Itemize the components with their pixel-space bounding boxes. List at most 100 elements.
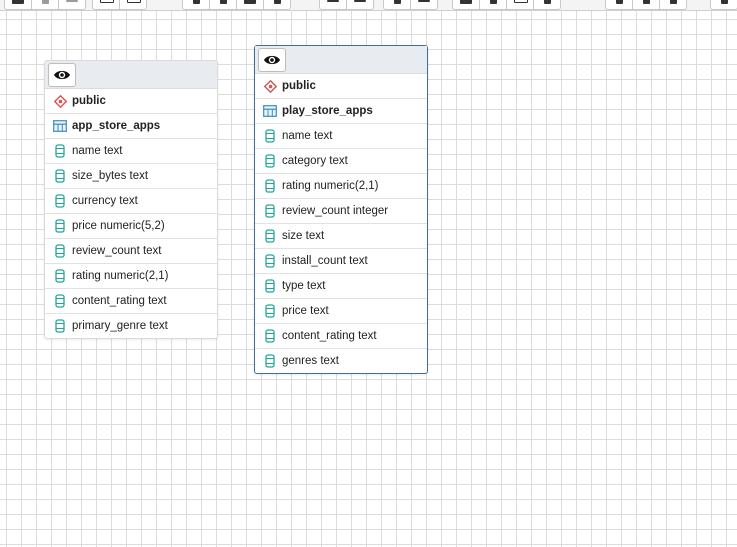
export-sql-button[interactable] <box>120 0 146 9</box>
table-header <box>255 46 427 74</box>
column-row: review_count text <box>45 239 217 264</box>
notes-button[interactable] <box>411 0 437 9</box>
column-row: review_count integer <box>255 199 427 224</box>
erd-table-app-store-apps[interactable]: public app_store_apps name text size_byte… <box>44 60 218 339</box>
column-row: content_rating text <box>45 289 217 314</box>
toggle-details-button[interactable] <box>48 63 76 87</box>
column-row: size text <box>255 224 427 249</box>
table-name-row: play_store_apps <box>255 99 427 124</box>
zoom-in-button[interactable] <box>606 0 633 9</box>
fill-color-button[interactable] <box>453 0 480 9</box>
pencil-icon <box>220 0 227 4</box>
one-to-many-icon <box>327 0 339 2</box>
column-label: category text <box>282 155 348 167</box>
column-label: price text <box>282 305 329 317</box>
zoom-fit-button[interactable] <box>633 0 660 9</box>
clone-icon <box>244 0 256 4</box>
toolbar-file-group <box>4 0 86 10</box>
save-button[interactable] <box>32 0 59 9</box>
column-label: review_count integer <box>282 205 389 217</box>
column-label: genres text <box>282 355 339 367</box>
column-cylinder-icon <box>53 169 67 183</box>
add-table-button[interactable] <box>183 0 210 9</box>
column-cylinder-icon <box>263 129 277 143</box>
table-name-label: app_store_apps <box>72 120 161 132</box>
column-row: category text <box>255 149 427 174</box>
column-row: genres text <box>255 349 427 373</box>
column-row: size_bytes text <box>45 164 217 189</box>
column-list: name text size_bytes text currency text pri… <box>45 139 217 338</box>
folder-icon <box>12 0 24 4</box>
save-icon <box>42 0 49 4</box>
pointer-button[interactable] <box>534 0 560 9</box>
clone-table-button[interactable] <box>237 0 264 9</box>
column-label: name text <box>72 145 123 157</box>
toggle-visibility-button[interactable] <box>507 0 534 9</box>
fill-color-icon <box>460 0 472 4</box>
open-file-button[interactable] <box>5 0 32 9</box>
toolbar-relation-group <box>319 0 374 10</box>
column-label: price numeric(5,2) <box>72 220 165 232</box>
one-to-many-button[interactable] <box>320 0 347 9</box>
delete-button[interactable] <box>264 0 290 9</box>
column-label: primary_genre text <box>72 320 168 332</box>
many-to-many-icon <box>354 0 366 2</box>
eye-icon <box>54 70 70 80</box>
zoom-fit-icon <box>643 0 650 4</box>
help-button[interactable] <box>711 0 737 9</box>
zoom-out-button[interactable] <box>660 0 686 9</box>
toolbar-zoom-group <box>605 0 687 10</box>
column-cylinder-icon <box>53 194 67 208</box>
toolbar-edit-group <box>182 0 291 10</box>
column-list: name text category text rating numeric(2,1… <box>255 124 427 373</box>
column-cylinder-icon <box>263 304 277 318</box>
align-icon <box>490 0 497 4</box>
details-icon <box>394 0 401 4</box>
column-label: rating numeric(2,1) <box>282 180 379 192</box>
pointer-icon <box>544 0 551 4</box>
column-label: content_rating text <box>282 330 377 342</box>
column-row: rating numeric(2,1) <box>255 174 427 199</box>
column-cylinder-icon <box>263 354 277 368</box>
export-image-button[interactable] <box>93 0 120 9</box>
eye-icon <box>514 0 528 3</box>
save-as-button[interactable] <box>59 0 85 9</box>
help-icon <box>721 0 728 4</box>
show-details-button[interactable] <box>384 0 411 9</box>
column-row: price numeric(5,2) <box>45 214 217 239</box>
column-cylinder-icon <box>263 179 277 193</box>
column-row: price text <box>255 299 427 324</box>
image-icon <box>100 0 114 3</box>
toolbar-export-group <box>92 0 147 10</box>
column-row: install_count text <box>255 249 427 274</box>
schema-row: public <box>45 89 217 114</box>
erd-table-play-store-apps[interactable]: public play_store_apps name text category… <box>254 45 428 374</box>
column-label: type text <box>282 280 326 292</box>
column-row: currency text <box>45 189 217 214</box>
schema-diamond-icon <box>263 79 277 93</box>
schema-label: public <box>282 80 316 92</box>
column-cylinder-icon <box>53 244 67 258</box>
column-row: rating numeric(2,1) <box>45 264 217 289</box>
table-name-row: app_store_apps <box>45 114 217 139</box>
edit-table-button[interactable] <box>210 0 237 9</box>
toggle-details-button[interactable] <box>258 48 286 72</box>
column-cylinder-icon <box>263 329 277 343</box>
column-label: rating numeric(2,1) <box>72 270 169 282</box>
table-grid-icon <box>53 119 67 133</box>
column-label: name text <box>282 130 333 142</box>
toolbar-view-group <box>383 0 438 10</box>
column-cylinder-icon <box>263 204 277 218</box>
column-cylinder-icon <box>53 269 67 283</box>
zoom-in-icon <box>616 0 623 4</box>
column-row: name text <box>45 139 217 164</box>
column-row: type text <box>255 274 427 299</box>
notes-icon <box>418 0 430 2</box>
schema-label: public <box>72 95 106 107</box>
auto-align-button[interactable] <box>480 0 507 9</box>
many-to-many-button[interactable] <box>347 0 373 9</box>
column-row: name text <box>255 124 427 149</box>
column-cylinder-icon <box>263 279 277 293</box>
column-label: install_count text <box>282 255 368 267</box>
column-cylinder-icon <box>263 154 277 168</box>
